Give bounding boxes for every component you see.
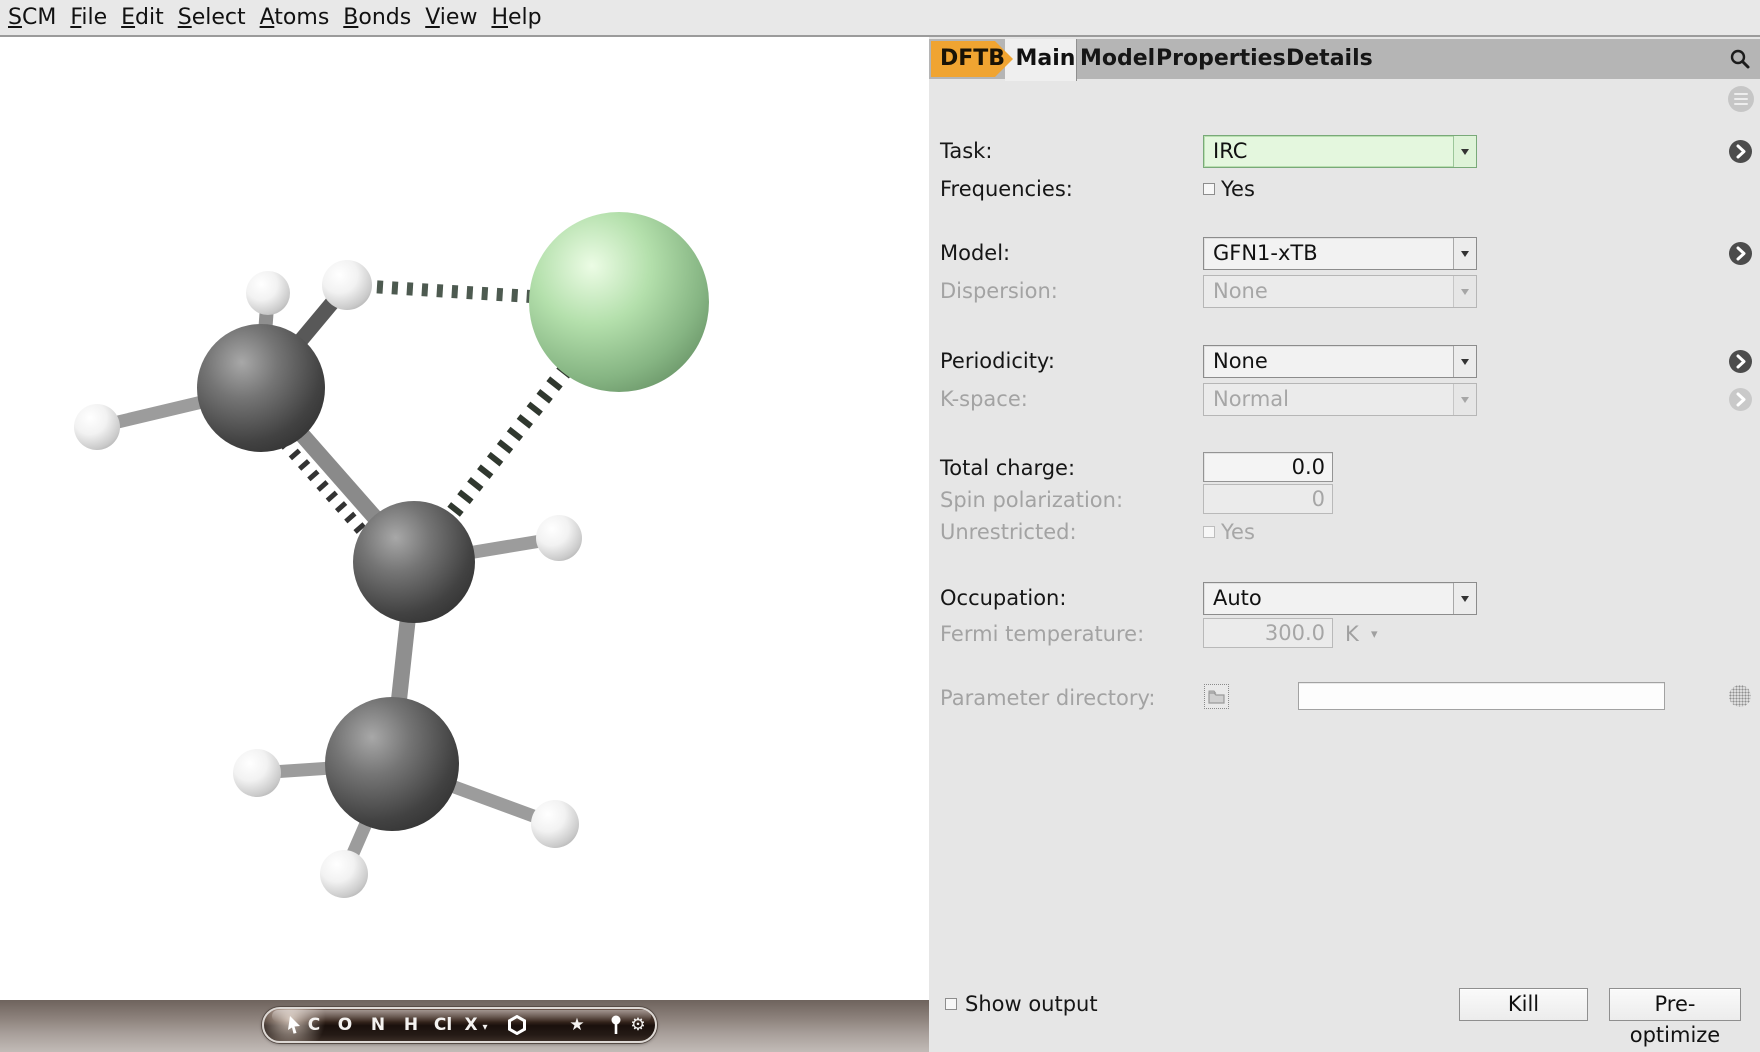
dispersion-select[interactable]: None xyxy=(1203,275,1477,308)
periodicity-select[interactable]: None xyxy=(1203,345,1477,378)
frequencies-label: Frequencies: xyxy=(940,177,1073,201)
dftb-panel: Main DFTB Model Properties Details Task:… xyxy=(929,37,1760,1052)
fermi-temperature-label: Fermi temperature: xyxy=(940,622,1144,646)
tab-model[interactable]: Model xyxy=(1080,39,1155,79)
fermi-unit-label[interactable]: K xyxy=(1345,622,1359,646)
tab-main[interactable]: Main xyxy=(1005,39,1077,81)
chevron-down-icon[interactable] xyxy=(1453,238,1476,269)
parameter-directory-input[interactable] xyxy=(1298,682,1665,710)
kspace-detail-arrow xyxy=(1729,388,1752,411)
atom-H[interactable] xyxy=(322,260,372,310)
atom-C[interactable] xyxy=(197,324,325,452)
element-c-button[interactable]: C xyxy=(308,1009,320,1041)
tab-properties[interactable]: Properties xyxy=(1156,39,1286,79)
model-label: Model: xyxy=(940,241,1010,265)
element-o-button[interactable]: O xyxy=(338,1009,352,1041)
gear-icon[interactable]: ⚙ xyxy=(630,1009,645,1041)
molecule-viewer[interactable]: C O N H Cl X ▾ ★ ⚙ xyxy=(0,37,929,1052)
tabstrip: Main DFTB Model Properties Details xyxy=(929,39,1760,79)
model-select[interactable]: GFN1-xTB xyxy=(1203,237,1477,270)
menu-select[interactable]: Select xyxy=(178,5,246,30)
total-charge-input[interactable]: 0.0 xyxy=(1203,452,1333,482)
module-tab-dftb[interactable]: DFTB xyxy=(931,41,1013,77)
chevron-down-icon xyxy=(1453,276,1476,307)
atom-H[interactable] xyxy=(531,800,579,848)
task-detail-arrow[interactable] xyxy=(1729,140,1752,163)
menu-view[interactable]: View xyxy=(425,5,477,30)
parameter-directory-label: Parameter directory: xyxy=(940,686,1155,710)
preoptimize-button[interactable]: Pre-optimize xyxy=(1609,988,1741,1021)
occupation-select[interactable]: Auto xyxy=(1203,582,1477,615)
search-icon[interactable] xyxy=(1729,48,1751,70)
element-x-button[interactable]: X xyxy=(464,1009,477,1041)
atom-H[interactable] xyxy=(74,404,120,450)
element-cl-button[interactable]: Cl xyxy=(434,1009,452,1041)
element-n-button[interactable]: N xyxy=(371,1009,385,1041)
unrestricted-label: Unrestricted: xyxy=(940,520,1077,544)
kspace-select[interactable]: Normal xyxy=(1203,383,1477,416)
menu-file[interactable]: File xyxy=(70,5,107,30)
menubar: SCM File Edit Select Atoms Bonds View He… xyxy=(0,0,1760,37)
spin-polarization-input[interactable]: 0 xyxy=(1203,484,1333,514)
fermi-unit-dropdown-icon[interactable]: ▾ xyxy=(1371,627,1378,642)
tab-details[interactable]: Details xyxy=(1286,39,1373,79)
model-detail-arrow[interactable] xyxy=(1729,242,1752,265)
atom-H[interactable] xyxy=(536,515,582,561)
chevron-down-icon[interactable] xyxy=(1453,346,1476,377)
task-select[interactable]: IRC xyxy=(1203,135,1477,168)
element-h-button[interactable]: H xyxy=(404,1009,418,1041)
total-charge-label: Total charge: xyxy=(940,456,1075,480)
menu-scm[interactable]: SCM xyxy=(8,5,56,30)
atom-C[interactable] xyxy=(353,501,475,623)
frequencies-checkbox[interactable] xyxy=(1203,183,1215,195)
atom-C[interactable] xyxy=(325,697,459,831)
star-icon[interactable]: ★ xyxy=(569,1009,584,1041)
parameter-directory-help-icon xyxy=(1729,685,1751,707)
periodicity-label: Periodicity: xyxy=(940,349,1055,373)
element-dropdown-icon[interactable]: ▾ xyxy=(482,1012,487,1043)
occupation-label: Occupation: xyxy=(940,586,1066,610)
chevron-down-icon xyxy=(1453,384,1476,415)
show-output-checkbox[interactable] xyxy=(945,998,957,1010)
atom-H[interactable] xyxy=(320,850,368,898)
spin-polarization-label: Spin polarization: xyxy=(940,488,1123,512)
unrestricted-checkbox-label: Yes xyxy=(1221,520,1255,544)
unrestricted-checkbox[interactable] xyxy=(1203,526,1215,538)
task-label: Task: xyxy=(940,139,992,163)
menu-help[interactable]: Help xyxy=(491,5,541,30)
chevron-down-icon[interactable] xyxy=(1453,583,1476,614)
kspace-label: K-space: xyxy=(940,387,1028,411)
chevron-down-icon[interactable] xyxy=(1453,136,1476,167)
folder-browse-button[interactable] xyxy=(1204,684,1229,709)
show-output-label: Show output xyxy=(965,992,1098,1016)
dispersion-label: Dispersion: xyxy=(940,279,1058,303)
menu-bonds[interactable]: Bonds xyxy=(343,5,411,30)
periodicity-detail-arrow[interactable] xyxy=(1729,350,1752,373)
atom-H[interactable] xyxy=(246,271,290,315)
atom-H[interactable] xyxy=(233,749,281,797)
kill-button[interactable]: Kill xyxy=(1459,988,1588,1021)
frequencies-checkbox-label: Yes xyxy=(1221,177,1255,201)
menu-atoms[interactable]: Atoms xyxy=(260,5,330,30)
menu-edit[interactable]: Edit xyxy=(121,5,164,30)
viewer-toolbar: C O N H Cl X ▾ ★ ⚙ xyxy=(262,1007,657,1043)
fermi-temperature-input[interactable]: 300.0 xyxy=(1203,618,1333,648)
panel-menu-icon[interactable] xyxy=(1728,86,1754,112)
atom-Cl[interactable] xyxy=(529,212,709,392)
molecule-canvas[interactable] xyxy=(0,37,929,1052)
